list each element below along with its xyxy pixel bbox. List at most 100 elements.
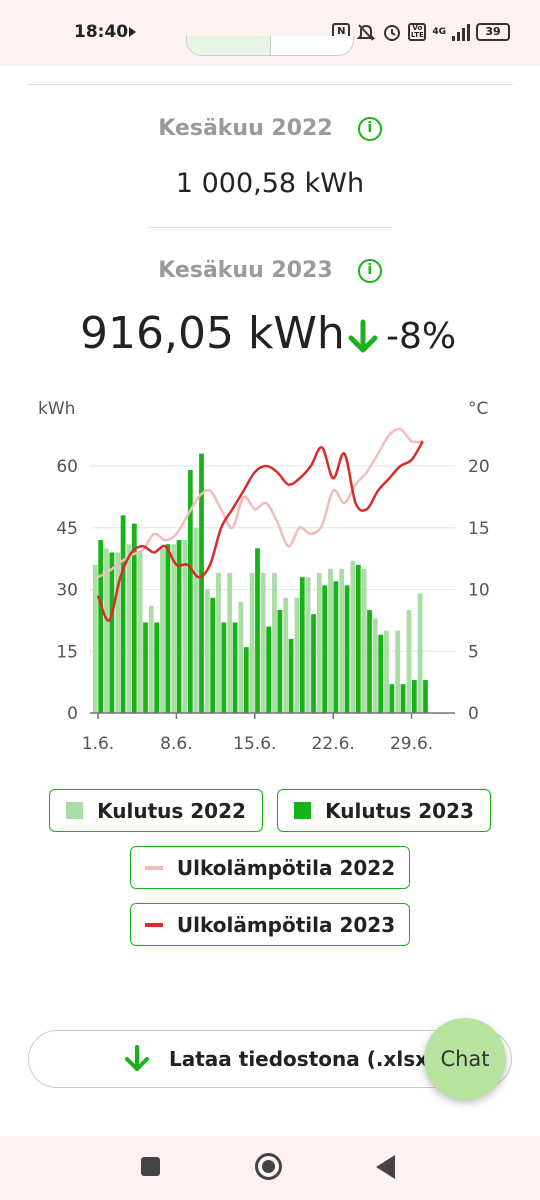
x-tick-label: 8.6. [160,734,192,754]
bar-kulutus-2022 [294,597,300,713]
y-tick-label-left: 60 [56,457,78,477]
bar-kulutus-2023 [367,610,372,713]
bar-kulutus-2022 [328,568,333,713]
bar-kulutus-2022 [395,630,401,713]
bar-kulutus-2022 [372,618,378,713]
bar-kulutus-2023 [423,680,428,713]
period-toggle-active[interactable] [187,36,271,55]
bar-kulutus-2023 [389,684,395,713]
legend-swatch-icon [144,865,163,870]
legend-label: Ulkolämpötila 2022 [176,855,396,880]
bar-kulutus-2022 [148,605,154,713]
battery-level: 39 [485,25,501,38]
arrow-down-icon [348,319,378,352]
info-icon[interactable]: i [357,116,382,141]
bar-kulutus-2023 [344,585,350,713]
bar-kulutus-2023 [143,622,148,713]
change-indicator: -8% [346,316,456,357]
legend-toggle-ulkolampotila-2022[interactable]: Ulkolämpötila 2022 [130,846,410,889]
y-tick-label-right: 5 [468,642,479,662]
summary-divider [148,227,392,228]
bar-kulutus-2022 [92,564,98,713]
top-divider [27,84,513,85]
download-label: Lataa tiedostona (.xlsx) [169,1047,438,1071]
status-time: 18:40 [74,22,129,42]
current-period-header: Kesäkuu 2023 i [0,258,540,283]
bar-kulutus-2022 [384,630,389,713]
bar-kulutus-2023 [277,610,283,713]
period-toggle[interactable] [186,36,354,56]
alarm-icon [384,25,401,41]
consumption-chart: 60 45 30 15 0 20 15 10 5 0 kWh °C 1.6. 8.6. 15.6. 22.6.… [38,399,490,754]
bar-kulutus-2023 [411,680,417,713]
chat-button[interactable]: Chat [424,1018,506,1100]
bar-kulutus-2023 [311,614,316,713]
y-tick-label-right: 20 [468,457,490,477]
change-percent: -8% [386,316,457,357]
bar-kulutus-2023 [109,552,115,713]
mute-icon [356,24,376,41]
bar-kulutus-2022 [193,527,199,713]
bar-kulutus-2022 [171,544,177,713]
bar-kulutus-2023 [221,622,227,713]
bar-kulutus-2022 [316,573,322,713]
legend-toggle-kulutus-2022[interactable]: Kulutus 2022 [49,789,263,832]
legend-label: Kulutus 2023 [325,798,474,823]
bar-kulutus-2023 [120,515,126,713]
y-tick-label-right: 15 [468,519,490,539]
previous-period-label: Kesäkuu 2022 [158,116,333,141]
bar-kulutus-2023 [322,585,328,713]
signal-icon [452,23,470,41]
network-type: 4G [432,27,446,37]
bar-kulutus-2022 [137,552,143,713]
bar-kulutus-2022 [204,589,210,713]
bar-kulutus-2022 [283,597,289,713]
y-axis-unit-left: kWh [38,399,75,419]
legend-swatch-icon [294,802,312,819]
status-icons: N Vo LTE 4G 39 [332,22,510,42]
battery-icon: 39 [476,23,510,41]
bar-kulutus-2023 [378,634,384,713]
download-icon [125,1045,149,1071]
home-icon[interactable] [255,1153,282,1180]
legend-swatch-icon [66,802,84,819]
line-ulkolampotila-2022 [97,427,423,579]
recents-icon[interactable] [141,1157,160,1176]
x-tick-label: 29.6. [390,734,433,754]
bar-kulutus-2022 [339,568,345,713]
y-tick-label-left: 30 [56,581,78,601]
legend-toggle-kulutus-2023[interactable]: Kulutus 2023 [277,789,491,832]
info-icon[interactable]: i [357,258,382,283]
bar-kulutus-2022 [305,577,311,713]
play-icon [129,27,136,37]
previous-period-header: Kesäkuu 2022 i [0,116,540,141]
legend-toggle-ulkolampotila-2023[interactable]: Ulkolämpötila 2023 [130,903,410,946]
bar-kulutus-2023 [333,581,339,713]
x-tick-label: 22.6. [312,734,355,754]
bar-kulutus-2023 [355,564,361,713]
current-period-label: Kesäkuu 2023 [158,258,333,283]
bar-kulutus-2022 [417,593,423,713]
bar-kulutus-2022 [272,573,277,713]
bar-kulutus-2023 [299,577,305,713]
bar-kulutus-2023 [98,540,104,713]
legend-swatch-icon [144,922,163,927]
bar-kulutus-2023 [400,684,406,713]
x-tick-label: 1.6. [82,734,114,754]
bar-kulutus-2022 [260,573,266,713]
navigation-bar [0,1136,540,1200]
line-ulkolampotila-2023 [96,440,424,622]
bar-kulutus-2022 [160,548,165,713]
bar-kulutus-2023 [165,544,171,713]
status-bar: 18:40 N Vo LTE 4G 39 [0,0,540,66]
bar-kulutus-2022 [238,601,244,713]
current-period-value: 916,05 kWh [80,308,345,359]
bar-kulutus-2022 [249,573,255,713]
bar-kulutus-2022 [227,573,233,713]
back-icon[interactable] [376,1155,395,1179]
legend-label: Kulutus 2022 [97,798,246,823]
bar-kulutus-2022 [361,568,367,713]
bar-kulutus-2023 [154,622,160,713]
previous-period-value: 1 000,58 kWh [175,168,365,199]
bar-kulutus-2023 [243,647,249,713]
